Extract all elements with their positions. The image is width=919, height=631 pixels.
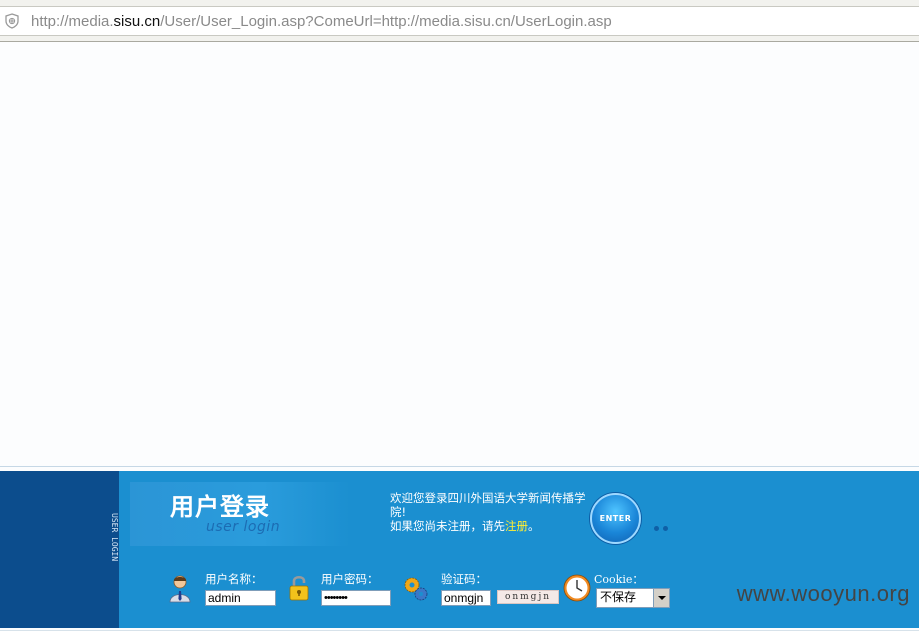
- welcome-line-2: 如果您尚未注册，请先注册。: [390, 519, 590, 533]
- welcome-message: 欢迎您登录四川外国语大学新闻传播学院! 如果您尚未注册，请先注册。: [390, 491, 590, 533]
- captcha-label: 验证码：: [441, 571, 487, 587]
- watermark: www.wooyun.org: [737, 581, 910, 607]
- captcha-image[interactable]: onmgjn: [497, 590, 559, 604]
- login-side-bar: USER LOGIN: [0, 471, 119, 628]
- username-label: 用户名称：: [205, 571, 263, 587]
- cookie-selected-value: 不保存: [600, 590, 636, 604]
- url-prefix: http://media.: [31, 13, 114, 30]
- username-input[interactable]: admin: [205, 590, 276, 606]
- password-input[interactable]: ••••••••: [321, 590, 391, 606]
- login-subtitle: user login: [206, 519, 280, 535]
- login-title: 用户登录: [170, 487, 270, 522]
- cookie-select[interactable]: 不保存: [596, 588, 670, 608]
- welcome-prefix: 如果您尚未注册，请先: [390, 519, 505, 533]
- side-label: USER LOGIN: [106, 513, 118, 561]
- password-label: 用户密码：: [321, 571, 379, 587]
- login-banner: 用户登录 user login: [130, 482, 350, 546]
- captcha-input[interactable]: onmgjn: [441, 590, 491, 606]
- url-field[interactable]: http://media.sisu.cn/User/User_Login.asp…: [0, 6, 919, 36]
- url-path: /User/User_Login.asp?ComeUrl=http://medi…: [160, 13, 611, 30]
- dropdown-arrow-icon[interactable]: [653, 589, 669, 607]
- user-icon: [168, 574, 192, 604]
- cookie-label: Cookie：: [594, 571, 643, 587]
- enter-button[interactable]: ENTER: [590, 493, 641, 544]
- decorative-dots: [654, 516, 672, 535]
- address-bar: http://media.sisu.cn/User/User_Login.asp…: [0, 0, 919, 42]
- url-host: sisu.cn: [114, 13, 161, 30]
- lock-icon: [287, 573, 311, 603]
- enter-label: ENTER: [592, 514, 639, 523]
- gears-icon: [402, 573, 430, 603]
- register-link[interactable]: 注册: [505, 519, 528, 533]
- welcome-line-1: 欢迎您登录四川外国语大学新闻传播学院!: [390, 491, 590, 519]
- divider-line: [0, 466, 919, 467]
- welcome-suffix: 。: [528, 519, 540, 533]
- shield-icon: [4, 13, 20, 29]
- clock-icon: [562, 573, 592, 603]
- url-text[interactable]: http://media.sisu.cn/User/User_Login.asp…: [31, 13, 612, 30]
- page-body: USER LOGIN 用户登录 user login 欢迎您登录四川外国语大学新…: [0, 42, 919, 623]
